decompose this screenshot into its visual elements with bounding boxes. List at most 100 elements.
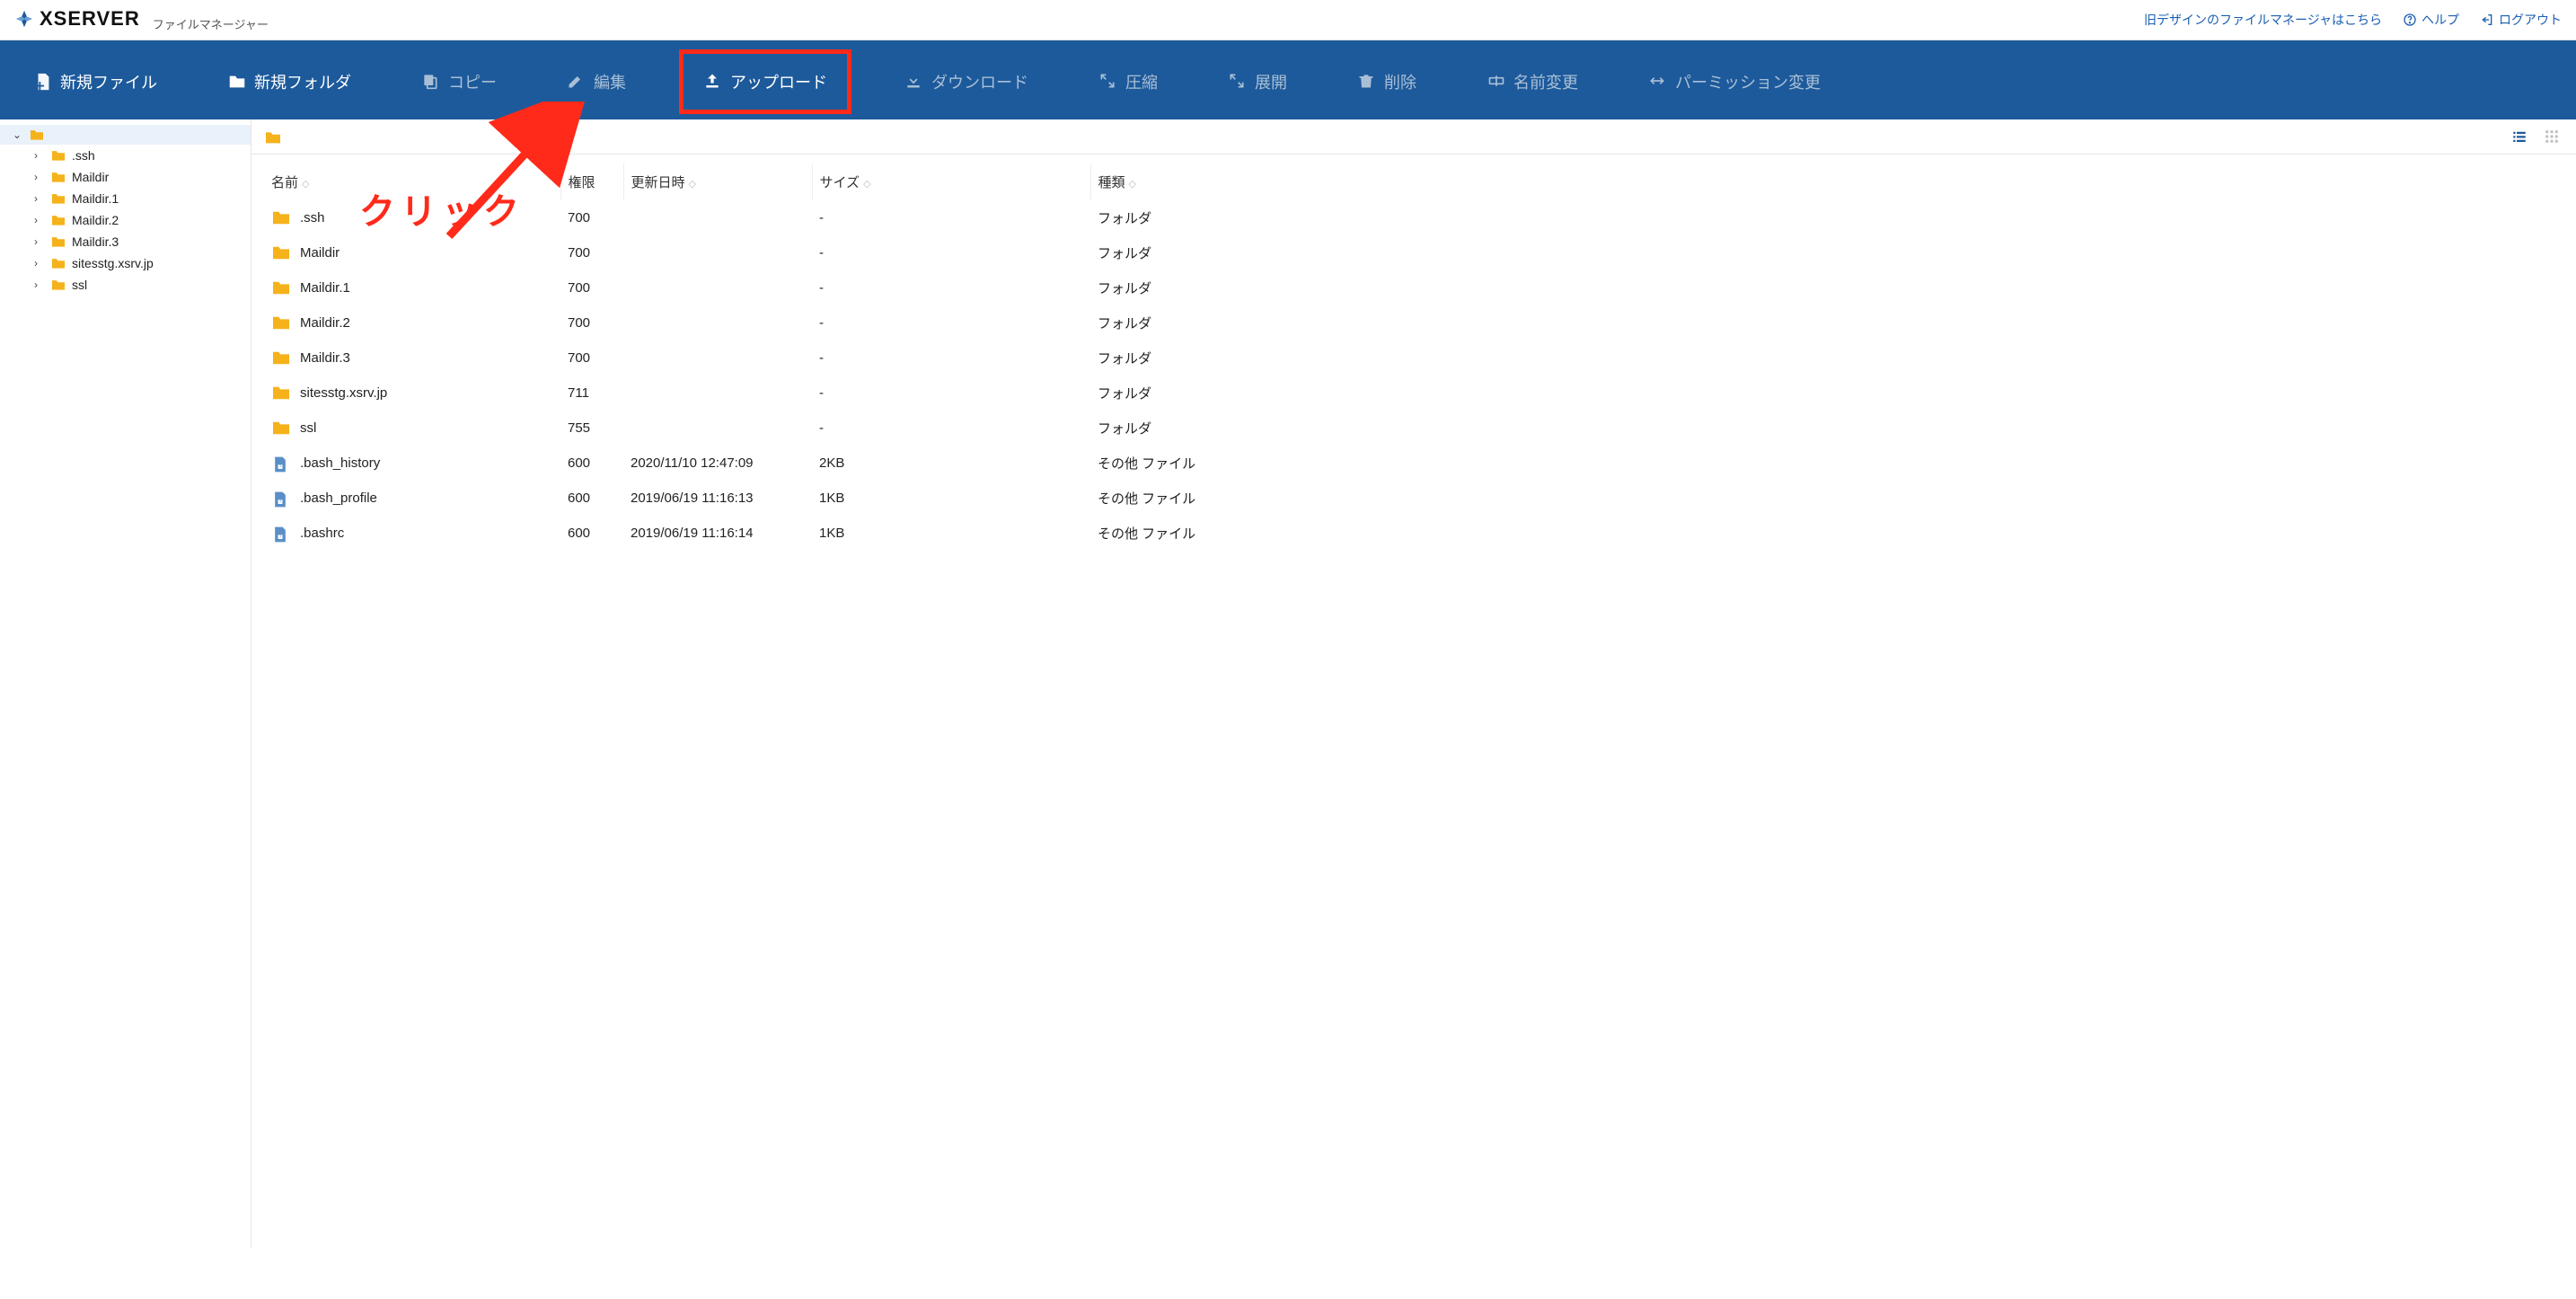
new-file-icon xyxy=(33,72,53,92)
column-size[interactable]: サイズ◇ xyxy=(812,163,1090,200)
table-row[interactable]: ?.bash_history6002020/11/10 12:47:092KBそ… xyxy=(264,446,2563,481)
copy-icon xyxy=(421,72,441,92)
file-type: その他 ファイル xyxy=(1090,481,2563,516)
file-size: - xyxy=(812,376,1090,411)
column-type[interactable]: 種類 ◇ xyxy=(1090,163,2563,200)
table-row[interactable]: Maildir700-フォルダ xyxy=(264,235,2563,270)
file-perm: 700 xyxy=(560,270,623,305)
file-type: その他 ファイル xyxy=(1090,446,2563,481)
copy-label: コピー xyxy=(448,70,497,93)
caret-right-icon: › xyxy=(34,171,45,183)
view-grid-button[interactable] xyxy=(2540,127,2563,146)
file-date xyxy=(623,235,812,270)
table-row[interactable]: ?.bash_profile6002019/06/19 11:16:131KBそ… xyxy=(264,481,2563,516)
edit-label: 編集 xyxy=(594,70,626,93)
table-row[interactable]: sitesstg.xsrv.jp711-フォルダ xyxy=(264,376,2563,411)
file-perm: 600 xyxy=(560,481,623,516)
tree-item[interactable]: › Maildir xyxy=(0,166,251,188)
file-size: - xyxy=(812,200,1090,235)
file-date: 2020/11/10 12:47:09 xyxy=(623,446,812,481)
extract-button[interactable]: 展開 xyxy=(1211,57,1304,107)
permission-button[interactable]: パーミッション変更 xyxy=(1631,57,1865,107)
breadcrumb[interactable] xyxy=(264,130,280,143)
tree-item-label: sitesstg.xsrv.jp xyxy=(72,256,154,270)
file-type: フォルダ xyxy=(1090,411,2563,446)
folder-icon xyxy=(271,349,291,367)
file-type: フォルダ xyxy=(1090,305,2563,340)
column-name[interactable]: 名前 ◇ xyxy=(264,163,560,200)
logout-label: ログアウト xyxy=(2499,11,2562,29)
file-date xyxy=(623,411,812,446)
table-row[interactable]: .ssh700-フォルダ xyxy=(264,200,2563,235)
table-row[interactable]: Maildir.1700-フォルダ xyxy=(264,270,2563,305)
download-label: ダウンロード xyxy=(931,70,1028,93)
file-perm: 600 xyxy=(560,516,623,551)
file-icon: ? xyxy=(271,525,291,543)
folder-icon xyxy=(271,244,291,262)
trash-icon xyxy=(1357,72,1377,92)
new-file-label: 新規ファイル xyxy=(60,70,157,93)
column-perm-label: 権限 xyxy=(569,175,595,190)
tree-item[interactable]: › sitesstg.xsrv.jp xyxy=(0,252,251,274)
tree-item[interactable]: ›Maildir.2 xyxy=(0,209,251,231)
tree-item[interactable]: ›.ssh xyxy=(0,145,251,166)
help-link[interactable]: ヘルプ xyxy=(2402,11,2459,29)
column-size-label: サイズ xyxy=(820,175,860,190)
caret-right-icon: › xyxy=(34,257,45,270)
table-row[interactable]: ?.bashrc6002019/06/19 11:16:141KBその他 ファイ… xyxy=(264,516,2563,551)
file-name: ssl xyxy=(300,420,316,436)
table-row[interactable]: ssl755-フォルダ xyxy=(264,411,2563,446)
table-row[interactable]: Maildir.2700-フォルダ xyxy=(264,305,2563,340)
tree-item[interactable]: ›ssl xyxy=(0,274,251,296)
sort-icon: ◇ xyxy=(302,179,309,190)
old-design-link[interactable]: 旧デザインのファイルマネージャはこちら xyxy=(2144,11,2382,29)
tree-item-label: Maildir.2 xyxy=(72,213,119,227)
copy-button[interactable]: コピー xyxy=(404,57,514,107)
file-name: .bash_history xyxy=(300,455,380,471)
file-size: - xyxy=(812,235,1090,270)
header-left: XSERVER ファイルマネージャー xyxy=(14,7,269,32)
file-size: 1KB xyxy=(812,516,1090,551)
tree-item[interactable]: ›Maildir.1 xyxy=(0,188,251,209)
column-perm[interactable]: 権限 xyxy=(560,163,623,200)
tree-item-label: Maildir.3 xyxy=(72,234,119,249)
column-type-label: 種類 xyxy=(1098,175,1125,190)
new-file-button[interactable]: 新規ファイル xyxy=(16,57,174,107)
file-perm: 600 xyxy=(560,446,623,481)
column-date[interactable]: 更新日時◇ xyxy=(623,163,812,200)
file-type: フォルダ xyxy=(1090,270,2563,305)
table-row[interactable]: Maildir.3700-フォルダ xyxy=(264,340,2563,376)
tree-item-label: Maildir xyxy=(72,170,109,184)
upload-button[interactable]: アップロード xyxy=(679,49,851,114)
tree-root[interactable]: ⌄ xyxy=(0,125,251,145)
upload-label: アップロード xyxy=(730,70,827,93)
edit-button[interactable]: 編集 xyxy=(550,57,643,107)
file-perm: 700 xyxy=(560,305,623,340)
rename-button[interactable]: 名前変更 xyxy=(1469,57,1595,107)
crumb-bar xyxy=(251,119,2576,155)
file-date xyxy=(623,376,812,411)
compress-button[interactable]: 圧縮 xyxy=(1081,57,1175,107)
file-size: 1KB xyxy=(812,481,1090,516)
file-perm: 711 xyxy=(560,376,623,411)
download-button[interactable]: ダウンロード xyxy=(887,57,1045,107)
sort-icon: ◇ xyxy=(1129,179,1136,190)
rename-label: 名前変更 xyxy=(1513,70,1578,93)
file-table: 名前◇ 権限 更新日時◇ サイズ◇ 種類◇ .ssh700-フォルダMaildi… xyxy=(251,155,2576,578)
file-name: Maildir.2 xyxy=(300,315,350,331)
view-list-button[interactable] xyxy=(2508,127,2531,146)
folder-icon xyxy=(50,192,66,205)
help-label: ヘルプ xyxy=(2422,11,2459,29)
sidebar: ⌄ ›.ssh›Maildir›Maildir.1›Maildir.2›Mail… xyxy=(0,119,251,1248)
logout-link[interactable]: ログアウト xyxy=(2479,11,2562,29)
tree-item[interactable]: ›Maildir.3 xyxy=(0,231,251,252)
permission-icon xyxy=(1648,72,1668,92)
new-folder-button[interactable]: 新規フォルダ xyxy=(210,57,368,107)
file-name: .bashrc xyxy=(300,526,344,541)
caret-right-icon: › xyxy=(34,192,45,205)
content-area: 名前◇ 権限 更新日時◇ サイズ◇ 種類◇ .ssh700-フォルダMaildi… xyxy=(251,119,2576,1248)
column-name-label: 名前 xyxy=(271,175,298,190)
table-header-row: 名前 ◇ 権限 更新日時◇ サイズ◇ 種類 ◇ xyxy=(264,163,2563,200)
brand-text: XSERVER xyxy=(40,7,140,31)
delete-button[interactable]: 削除 xyxy=(1340,57,1434,107)
